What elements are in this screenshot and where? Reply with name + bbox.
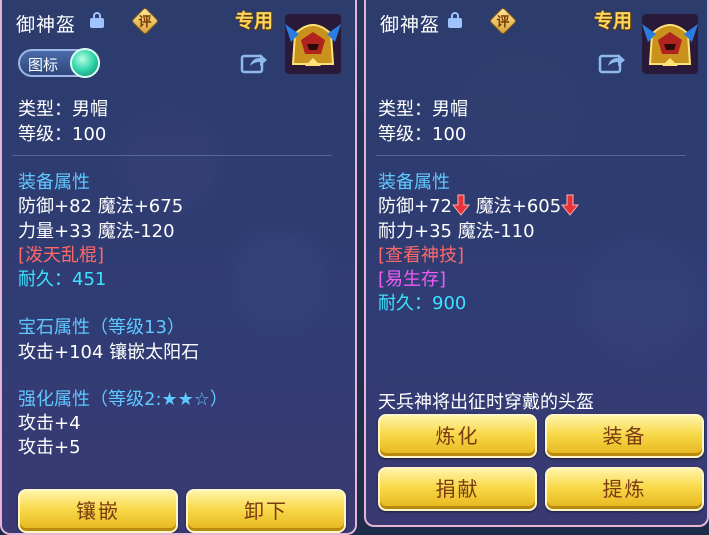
attr-line-2: 力量+33 魔法-120: [18, 221, 175, 242]
eval-icon[interactable]: 评: [488, 6, 518, 36]
item-description: 天兵神将出征时穿戴的头盔: [378, 392, 594, 413]
special-skill[interactable]: [泼天乱棍]: [18, 241, 104, 267]
defense-value: 防御+72: [378, 196, 452, 217]
item-type: 类型：男帽: [378, 99, 468, 120]
magic-value: 魔法+605: [475, 196, 562, 217]
arrow-down-icon: [561, 194, 580, 216]
refine-button[interactable]: 炼化: [378, 414, 537, 458]
unequip-button[interactable]: 卸下: [186, 489, 346, 533]
toggle-knob[interactable]: [70, 48, 100, 78]
item-tooltip-compare: 御神盔 评 专用 类型：男帽 等级：100 装备属性 防御+72 魔法+605 …: [364, 0, 709, 527]
exclusive-label: 专用: [594, 10, 633, 32]
item-type: 类型：男帽: [18, 99, 108, 120]
lock-icon: [448, 12, 462, 28]
divider: [12, 155, 332, 156]
gem-attr-line: 攻击+104 镶嵌太阳石: [18, 342, 200, 363]
enhance-attr-header: 强化属性（等级2:★★☆）: [18, 389, 228, 410]
equip-attr-header: 装备属性: [18, 172, 90, 193]
attr-line-1: 防御+82 魔法+675: [18, 196, 184, 217]
lock-icon: [90, 12, 104, 28]
attr-line-1: 防御+72 魔法+605: [378, 192, 580, 218]
share-icon[interactable]: [240, 50, 268, 74]
durability: 耐久：900: [378, 293, 467, 314]
icon-toggle-label: 图标: [28, 56, 59, 74]
item-level: 等级：100: [378, 124, 467, 145]
item-tooltip-equipped: 御神盔 评 专用 图标 类型：男帽 等级：100 装备属性 防御+82 魔法+6…: [0, 0, 357, 535]
special-effect: [易生存]: [378, 269, 447, 290]
durability: 耐久：451: [18, 269, 107, 290]
arrow-down-icon: [452, 194, 470, 216]
equip-attr-header: 装备属性: [378, 172, 450, 193]
item-title: 御神盔: [380, 14, 441, 36]
enhance-line-1: 攻击+4: [18, 413, 81, 434]
special-skill-link[interactable]: [查看神技]: [378, 241, 464, 267]
helmet-icon: [642, 14, 698, 74]
exclusive-label: 专用: [235, 10, 274, 32]
divider: [376, 155, 686, 156]
item-level: 等级：100: [18, 124, 107, 145]
item-title: 御神盔: [16, 14, 77, 36]
eval-icon[interactable]: 评: [130, 6, 160, 36]
extract-button[interactable]: 提炼: [545, 467, 704, 511]
share-icon[interactable]: [598, 50, 626, 74]
attr-line-2: 耐力+35 魔法-110: [378, 221, 535, 242]
gem-attr-header: 宝石属性（等级13）: [18, 317, 185, 338]
inlay-button[interactable]: 镶嵌: [18, 489, 178, 533]
donate-button[interactable]: 捐献: [378, 467, 537, 511]
icon-toggle[interactable]: 图标: [18, 48, 100, 78]
helmet-icon: [285, 14, 341, 74]
enhance-line-2: 攻击+5: [18, 437, 81, 458]
equip-button[interactable]: 装备: [545, 414, 704, 458]
